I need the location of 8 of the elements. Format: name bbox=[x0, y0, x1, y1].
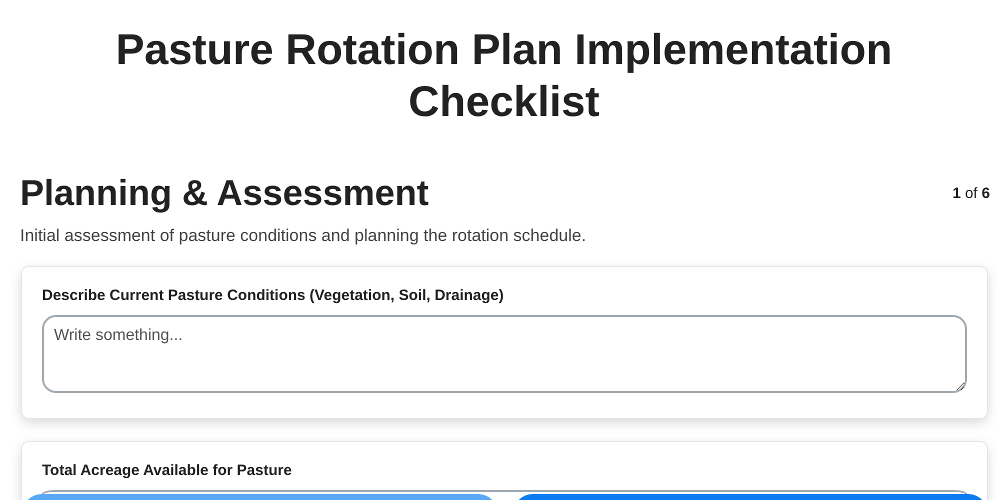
question-label: Total Acreage Available for Pasture bbox=[42, 462, 293, 479]
page-title: Pasture Rotation Plan Implementation Checklist bbox=[114, 25, 894, 128]
section-description: Initial assessment of pasture conditions and planning the rotation schedule. bbox=[20, 226, 588, 246]
question-label: Describe Current Pasture Conditions (Vegetation, Soil, Drainage) bbox=[42, 287, 505, 304]
number-input-field[interactable] bbox=[42, 490, 967, 494]
text-area-field[interactable]: Write something... bbox=[42, 315, 967, 393]
section-heading: Planning & Assessment bbox=[20, 171, 429, 215]
step-counter: 1 of 6 bbox=[952, 184, 990, 202]
